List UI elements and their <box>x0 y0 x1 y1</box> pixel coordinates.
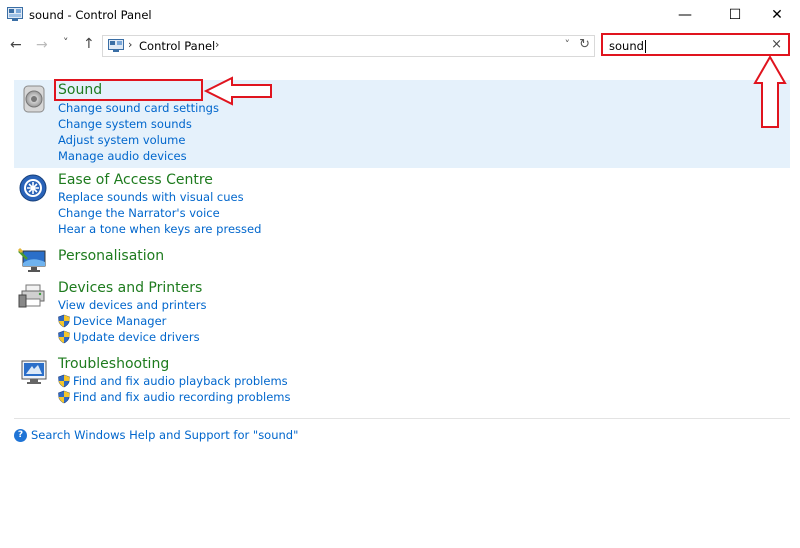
close-button[interactable]: ✕ <box>754 0 800 30</box>
link-change-system-sounds[interactable]: Change system sounds <box>58 117 192 131</box>
forward-arrow-icon[interactable]: → <box>36 37 48 53</box>
link-adjust-system-volume[interactable]: Adjust system volume <box>58 133 185 147</box>
search-value[interactable]: sound <box>609 39 646 53</box>
breadcrumb-chevron-icon[interactable]: › <box>128 38 132 51</box>
link-change-narrator-voice[interactable]: Change the Narrator's voice <box>58 206 220 220</box>
link-fix-audio-playback[interactable]: Find and fix audio playback problems <box>73 374 288 388</box>
recent-locations-icon[interactable]: ˅ <box>63 36 69 49</box>
devices-printers-icon <box>18 284 45 308</box>
result-title-ease-of-access[interactable]: Ease of Access Centre <box>58 172 213 188</box>
help-link-label[interactable]: Search Windows Help and Support for "sou… <box>31 428 298 442</box>
link-view-devices-printers[interactable]: View devices and printers <box>58 298 206 312</box>
result-title-troubleshooting[interactable]: Troubleshooting <box>58 356 169 372</box>
link-manage-audio-devices[interactable]: Manage audio devices <box>58 149 187 163</box>
personalisation-icon <box>18 247 46 272</box>
speaker-icon <box>23 85 45 113</box>
uac-shield-icon <box>58 330 70 344</box>
text-caret <box>644 40 646 53</box>
result-title-sound[interactable]: Sound <box>58 82 102 98</box>
troubleshooting-icon <box>21 360 47 384</box>
title-bar: sound - Control Panel — ☐ ✕ <box>0 0 800 30</box>
link-device-manager[interactable]: Device Manager <box>73 314 166 328</box>
address-bar[interactable]: › Control Panel › ˅ ↻ <box>102 35 595 57</box>
breadcrumb-control-panel[interactable]: Control Panel <box>139 39 215 53</box>
result-troubleshooting[interactable]: Troubleshooting Find and fix audio playb… <box>14 354 790 410</box>
breadcrumb-chevron-icon[interactable]: › <box>215 38 219 51</box>
link-fix-audio-recording[interactable]: Find and fix audio recording problems <box>73 390 290 404</box>
address-dropdown-icon[interactable]: ˅ <box>565 38 571 51</box>
control-panel-icon <box>7 7 23 21</box>
link-change-sound-card-settings[interactable]: Change sound card settings <box>58 101 219 115</box>
help-icon: ? <box>14 429 27 442</box>
up-arrow-icon[interactable]: ↑ <box>83 36 95 52</box>
clear-search-icon[interactable]: × <box>771 37 782 52</box>
control-panel-icon <box>108 39 124 52</box>
maximize-button[interactable]: ☐ <box>712 0 758 30</box>
search-input[interactable]: sound × <box>601 33 790 56</box>
help-link[interactable]: ? Search Windows Help and Support for "so… <box>14 428 298 442</box>
uac-shield-icon <box>58 374 70 388</box>
result-sound[interactable]: Sound Change sound card settings Change … <box>14 80 790 168</box>
uac-shield-icon <box>58 314 70 328</box>
back-arrow-icon[interactable]: ← <box>10 37 22 53</box>
divider <box>14 418 790 419</box>
link-hear-tone-keys-pressed[interactable]: Hear a tone when keys are pressed <box>58 222 261 236</box>
result-ease-of-access[interactable]: Ease of Access Centre Replace sounds wit… <box>14 170 790 240</box>
uac-shield-icon <box>58 390 70 404</box>
result-devices-printers[interactable]: Devices and Printers View devices and pr… <box>14 278 790 348</box>
ease-of-access-icon <box>19 174 47 202</box>
window-title: sound - Control Panel <box>29 8 152 22</box>
link-update-device-drivers[interactable]: Update device drivers <box>73 330 200 344</box>
result-title-personalisation[interactable]: Personalisation <box>58 248 164 264</box>
result-title-devices-printers[interactable]: Devices and Printers <box>58 280 202 296</box>
result-personalisation[interactable]: Personalisation <box>14 246 790 274</box>
refresh-icon[interactable]: ↻ <box>579 37 590 52</box>
minimize-button[interactable]: — <box>662 0 708 30</box>
link-replace-sounds-visual-cues[interactable]: Replace sounds with visual cues <box>58 190 244 204</box>
